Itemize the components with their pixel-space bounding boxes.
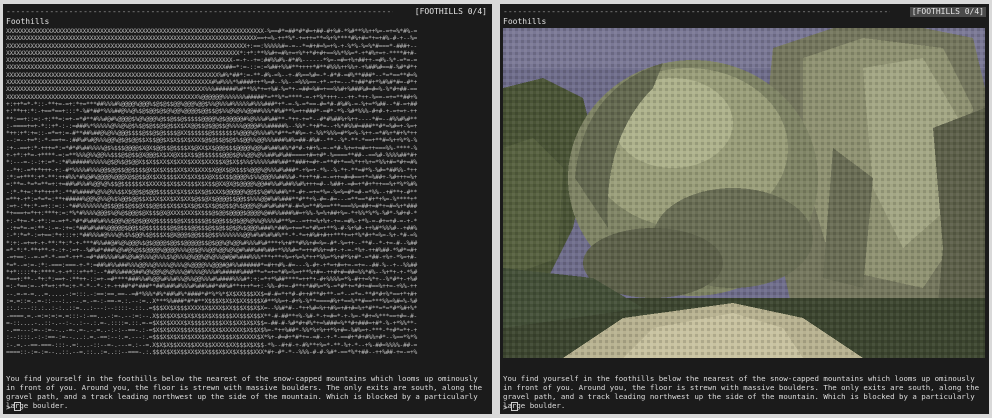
- location-title: Foothills: [6, 17, 50, 26]
- location-progress-badge: [FOOTHILLS 0/4]: [414, 7, 487, 16]
- pixel-scene-image: [503, 28, 985, 358]
- room-description: You find yourself in the foothills below…: [6, 374, 483, 410]
- location-title: Foothills: [503, 17, 547, 26]
- terminal-pane-graphics: ----------------------------------------…: [500, 4, 989, 414]
- status-bar: ----------------------------------------…: [503, 7, 986, 17]
- cursor-block-icon: [13, 402, 21, 411]
- room-description: You find yourself in the foothills below…: [503, 374, 980, 410]
- location-progress-badge: [FOOTHILLS 0/4]: [909, 7, 986, 17]
- terminal-pane-ascii: ----------------------------------------…: [3, 4, 492, 414]
- status-bar-rule: ----------------------------------------…: [6, 7, 393, 16]
- prompt-symbol: >: [503, 403, 508, 412]
- ascii-scene-art: XXXXXXXXXXXXXXXXXXXXXXXXXXXXXXXXXXXXXXXX…: [6, 28, 417, 357]
- status-bar-rule: ----------------------------------------…: [503, 7, 890, 16]
- command-prompt[interactable]: >: [6, 402, 21, 412]
- status-bar: ----------------------------------------…: [6, 7, 489, 17]
- command-prompt[interactable]: >: [503, 402, 518, 412]
- cursor-block-icon: [510, 402, 518, 411]
- prompt-symbol: >: [6, 403, 11, 412]
